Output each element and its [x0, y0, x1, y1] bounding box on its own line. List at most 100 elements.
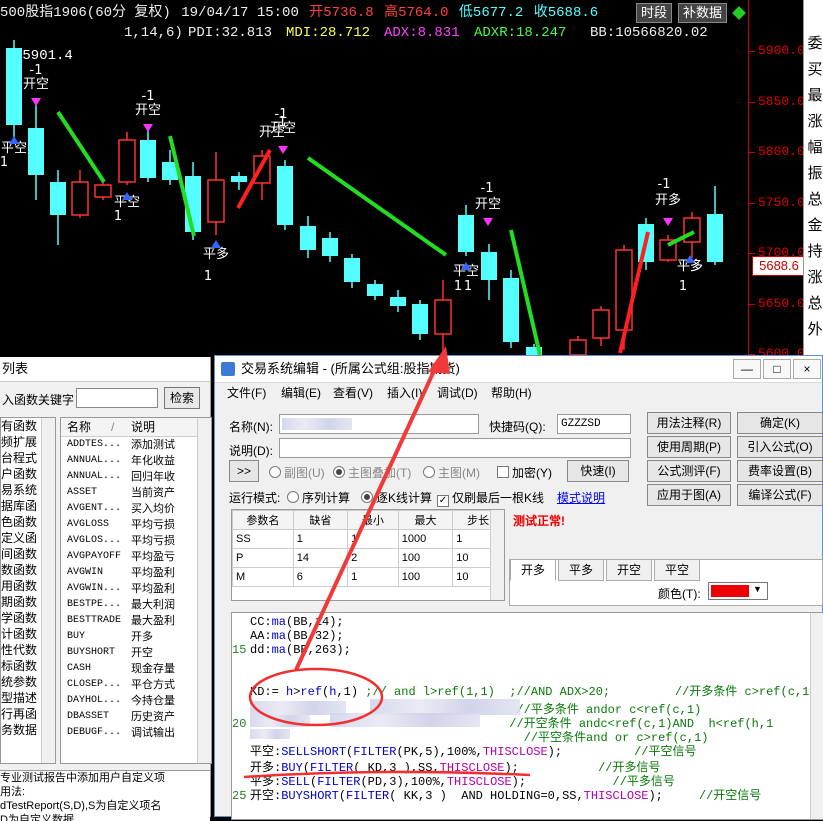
- function-desc: 添加测试: [131, 439, 175, 451]
- param-scrollbar[interactable]: [490, 510, 504, 600]
- tab-open-long[interactable]: 开多: [510, 559, 556, 581]
- tab-open-short[interactable]: 开空: [606, 559, 652, 581]
- menu-edit[interactable]: 编辑(E): [281, 383, 321, 403]
- period-usage-button[interactable]: 使用周期(P): [647, 436, 731, 458]
- param-row[interactable]: M 6 1 100 10: [232, 567, 504, 587]
- code-line[interactable]: dd:ma(BB,263); 15: [232, 643, 351, 657]
- function-name: ASSET: [67, 487, 98, 498]
- function-name: AVGWIN: [67, 567, 104, 578]
- function-desc: 今持仓量: [131, 695, 175, 707]
- apply-to-chart-button[interactable]: 应用于图(A): [647, 484, 731, 506]
- menu-debug[interactable]: 调试(D): [437, 383, 478, 403]
- function-row[interactable]: AVGLOS... 平均亏损: [61, 533, 211, 549]
- code-line[interactable]: //开空条件 andc<ref(c,1)AND h<ref(h,1 20: [232, 717, 773, 731]
- kline-chart[interactable]: 500股指1906(60分 复权) 19/04/17 15:00 开5736.8…: [0, 0, 823, 361]
- parameter-table[interactable]: 参数名 缺省 最小 最大 步长 SS 1 1 1000 1 P 14 2 100 10 M 6 1 100 10: [231, 509, 505, 601]
- function-row[interactable]: ASSET 当前资产: [61, 485, 211, 501]
- function-row[interactable]: BESTPE... 最大利润: [61, 597, 211, 613]
- code-line[interactable]: AA:ma(BB,32);: [250, 629, 344, 643]
- function-scrollbar[interactable]: [197, 418, 211, 763]
- param-cell[interactable]: 100: [397, 548, 454, 568]
- function-row[interactable]: AVGPAYOFF 平均盈亏: [61, 549, 211, 565]
- menu-view[interactable]: 查看(V): [333, 383, 373, 403]
- param-row[interactable]: SS 1 1 1000 1: [232, 529, 504, 549]
- quote-sidebar[interactable]: 委买最涨幅振总金持涨总外: [803, 0, 823, 360]
- param-cell[interactable]: 2: [347, 548, 399, 568]
- menu-file[interactable]: 文件(F): [227, 383, 266, 403]
- function-row[interactable]: DEBUGF... 调试输出: [61, 725, 211, 741]
- compile-formula-button[interactable]: 编译公式(F): [737, 484, 823, 506]
- param-cell[interactable]: SS: [232, 529, 294, 549]
- function-row[interactable]: AVGLOSS 平均亏损: [61, 517, 211, 533]
- shortcut-input[interactable]: GZZZSD: [557, 414, 631, 434]
- param-cell[interactable]: P: [232, 548, 294, 568]
- code-line[interactable]: 平空:SELLSHORT(FILTER(PK,5),100%,THISCLOSE…: [250, 745, 697, 759]
- maximize-button[interactable]: □: [763, 359, 791, 379]
- tab-close-short[interactable]: 平空: [654, 559, 700, 581]
- function-table[interactable]: 名称 / 说明 ADDTES... 添加测试 ANNUAL... 年化收益 ANNUAL…: [60, 417, 212, 764]
- mode-desc-link[interactable]: 模式说明: [557, 489, 605, 506]
- code-line[interactable]: KD:= h>ref(h,1) ;// and l>ref(1,1) ;//AN…: [250, 685, 809, 699]
- code-scrollbar[interactable]: [810, 613, 823, 819]
- function-row[interactable]: BESTTRADE 最大盈利: [61, 613, 211, 629]
- last-bar-checkbox[interactable]: ✓ 仅刷最后一根K线: [437, 489, 544, 507]
- quote-field-label: 最: [807, 87, 823, 104]
- encrypt-checkbox[interactable]: 加密(Y): [497, 464, 552, 481]
- function-row[interactable]: ADDTES... 添加测试: [61, 437, 211, 453]
- param-cell[interactable]: 1000: [397, 529, 454, 549]
- function-row[interactable]: DBASSET 历史资产: [61, 709, 211, 725]
- code-line[interactable]: CC:ma(BB,14);: [250, 615, 344, 629]
- param-cell[interactable]: 1: [347, 567, 399, 587]
- function-row[interactable]: ANNUAL... 年化收益: [61, 453, 211, 469]
- function-row[interactable]: CASH 现金存量: [61, 661, 211, 677]
- minimize-button[interactable]: —: [733, 359, 761, 379]
- expand-button[interactable]: >>: [229, 460, 259, 482]
- fee-settings-button[interactable]: 费率设置(B): [737, 460, 823, 482]
- code-line[interactable]: 开多:BUY(FILTER( KD,3 ),SS,THISCLOSE); //开…: [250, 761, 661, 775]
- function-row[interactable]: AVGWIN 平均盈利: [61, 565, 211, 581]
- function-row[interactable]: ANNUAL... 回归年收: [61, 469, 211, 485]
- function-row[interactable]: BUYSHORT 开空: [61, 645, 211, 661]
- speed-button[interactable]: 快速(I): [567, 460, 629, 482]
- search-button[interactable]: 检索: [164, 387, 200, 409]
- function-row[interactable]: CLOSEP... 平仓方式: [61, 677, 211, 693]
- function-row[interactable]: AVGWIN... 平均盈利: [61, 581, 211, 597]
- category-tree[interactable]: 有函数 频扩展 台程式 户函数 易系统 据库函 色函数 定义函 间函数 数函数 用函数 期函数 学函数计…: [0, 417, 56, 764]
- close-button[interactable]: ×: [793, 359, 821, 379]
- code-line[interactable]: //平空条件and or c>ref(c,1): [250, 731, 709, 745]
- radio-series-calc[interactable]: 序列计算: [287, 489, 350, 506]
- param-row[interactable]: P 14 2 100 10: [232, 548, 504, 568]
- param-cell[interactable]: 1: [292, 529, 349, 549]
- header-desc[interactable]: 说明: [131, 418, 155, 436]
- code-line[interactable]: 平多:SELL(FILTER(PD,3),100%,THISCLOSE); //…: [250, 775, 675, 789]
- category-scrollbar[interactable]: [41, 418, 55, 763]
- function-row[interactable]: DAYHOL... 今持仓量: [61, 693, 211, 709]
- name-input[interactable]: [279, 414, 479, 434]
- code-editor[interactable]: CC:ma(BB,14); AA:ma(BB,32); dd:ma(BB,263);…: [231, 612, 823, 820]
- ok-button[interactable]: 确定(K): [737, 412, 823, 434]
- function-row[interactable]: BUY 开多: [61, 629, 211, 645]
- code-line[interactable]: 开空:BUYSHORT(FILTER( KK,3 ) AND HOLDING=0…: [232, 789, 761, 803]
- formula-eval-button[interactable]: 公式测评(F): [647, 460, 731, 482]
- desc-input[interactable]: [279, 438, 631, 458]
- usage-note-button[interactable]: 用法注释(R): [647, 412, 731, 434]
- param-cell[interactable]: 100: [397, 567, 454, 587]
- function-row[interactable]: AVGENT... 买入均价: [61, 501, 211, 517]
- param-cell[interactable]: M: [232, 567, 294, 587]
- header-name[interactable]: 名称: [67, 418, 91, 436]
- price-tick-label: 5750.0: [758, 194, 805, 210]
- menu-help[interactable]: 帮助(H): [491, 383, 532, 403]
- radio-main-overlay[interactable]: 主图叠加(T): [333, 464, 411, 481]
- function-search-input[interactable]: [76, 388, 158, 408]
- param-cell[interactable]: 6: [292, 567, 349, 587]
- import-formula-button[interactable]: 引入公式(O): [737, 436, 823, 458]
- radio-main[interactable]: 主图(M): [423, 464, 480, 481]
- param-cell[interactable]: 1: [347, 529, 399, 549]
- color-select[interactable]: ▼: [708, 582, 768, 600]
- param-cell[interactable]: 14: [292, 548, 349, 568]
- tab-close-long[interactable]: 平多: [558, 559, 604, 581]
- function-name: BESTPE...: [67, 599, 122, 610]
- radio-bar-calc[interactable]: 逐K线计算: [361, 489, 432, 506]
- radio-subchart[interactable]: 副图(U): [269, 464, 325, 481]
- menu-insert[interactable]: 插入(I): [387, 383, 422, 403]
